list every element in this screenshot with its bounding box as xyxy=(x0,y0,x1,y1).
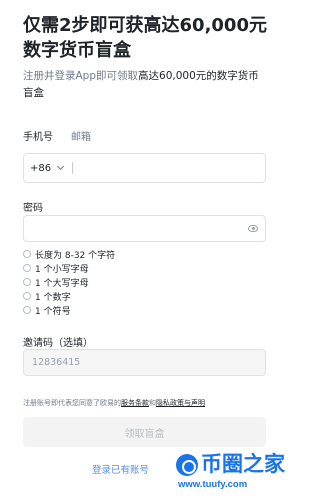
password-label: 密码 xyxy=(23,203,43,214)
watermark-url: www.tuufy.com xyxy=(178,479,248,490)
country-code-select[interactable]: +86 xyxy=(30,162,65,174)
rule-status-icon xyxy=(23,250,31,258)
input-divider xyxy=(72,162,74,174)
rule-text: 1 个小写字母 xyxy=(35,264,89,275)
rule-status-icon xyxy=(23,292,31,300)
coin-logo-icon xyxy=(176,454,198,476)
watermark-logo: 币圈之家 www.tuufy.com xyxy=(176,451,285,495)
password-rule: 1 个小写字母 xyxy=(23,261,266,275)
page-subtitle: 注册并登录App即可领取高达60,000元的数字货币盲盒 xyxy=(23,68,266,102)
rule-status-icon xyxy=(23,278,31,286)
phone-input[interactable]: +86 xyxy=(23,153,266,183)
page-title: 仅需2步即可获高达60,000元数字货币盲盒 xyxy=(23,15,267,61)
eye-icon[interactable] xyxy=(248,225,258,232)
password-rule: 1 个大写字母 xyxy=(23,275,266,289)
signup-method-tabs: 手机号 邮箱 xyxy=(23,128,91,144)
referral-input[interactable]: 12836415 xyxy=(23,349,266,376)
tab-email[interactable]: 邮箱 xyxy=(71,128,91,144)
rule-status-icon xyxy=(23,264,31,272)
watermark-name: 币圈之家 xyxy=(201,453,285,476)
rule-text: 1 个符号 xyxy=(35,306,71,317)
password-rule: 1 个数字 xyxy=(23,289,266,303)
password-rules: 长度为 8-32 个字符 1 个小写字母 1 个大写字母 1 个数字 1 个符号 xyxy=(23,247,266,317)
rule-status-icon xyxy=(23,306,31,314)
rule-text: 1 个数字 xyxy=(35,292,71,303)
rule-text: 1 个大写字母 xyxy=(35,278,89,289)
password-rule: 长度为 8-32 个字符 xyxy=(23,247,266,261)
subtitle-prefix: 注册并登录App即可领取 xyxy=(23,70,139,82)
password-input[interactable] xyxy=(23,215,266,242)
chevron-down-icon xyxy=(57,162,65,171)
referral-label: 邀请码（选填） xyxy=(23,338,93,349)
terms-notice: 注册账号即代表您同意了欧易的服务条款和隐私政策与声明 xyxy=(23,398,266,408)
privacy-policy-link[interactable]: 隐私政策与声明 xyxy=(156,399,205,407)
country-code-value: +86 xyxy=(30,162,52,174)
tab-phone[interactable]: 手机号 xyxy=(23,128,53,144)
login-link[interactable]: 登录已有账号 xyxy=(92,462,149,476)
terms-prefix: 注册账号即代表您同意了欧易的 xyxy=(23,399,121,407)
rule-text: 长度为 8-32 个字符 xyxy=(35,250,116,261)
terms-joiner: 和 xyxy=(149,399,156,407)
claim-blind-box-button[interactable]: 领取盲盒 xyxy=(23,417,266,447)
password-rule: 1 个符号 xyxy=(23,303,266,317)
terms-of-service-link[interactable]: 服务条款 xyxy=(121,399,149,407)
